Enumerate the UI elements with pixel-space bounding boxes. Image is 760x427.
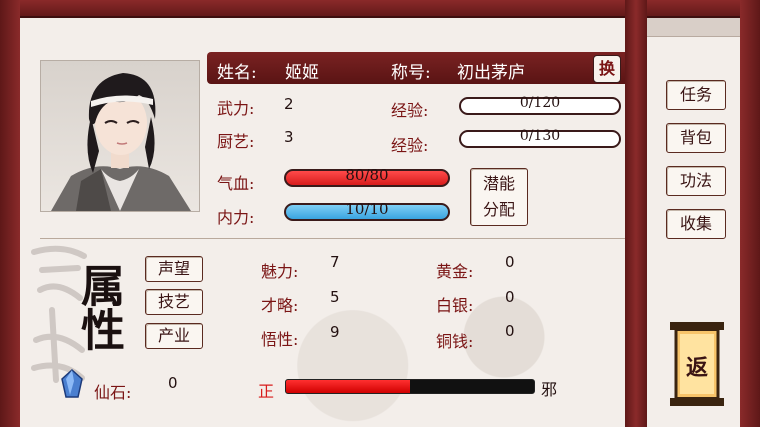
cooking-exp-bar: 0/130 xyxy=(459,129,621,148)
insight-label: 悟性: xyxy=(261,330,299,349)
menu-martial-arts[interactable]: 功法 xyxy=(666,166,726,196)
window-frame-left xyxy=(0,0,20,427)
side-panel-header xyxy=(647,18,740,37)
menu-quests[interactable]: 任务 xyxy=(666,80,726,110)
spirit-stone-value: 0 xyxy=(168,374,178,392)
tab-reputation[interactable]: 声望 xyxy=(145,256,203,282)
charm-label: 魅力: xyxy=(261,262,299,281)
spirit-stone-icon xyxy=(60,368,84,399)
allocate-label-line2: 分配 xyxy=(482,200,515,219)
mp-label: 内力: xyxy=(217,208,255,227)
cooking-label: 厨艺: xyxy=(217,132,255,151)
martial-label: 武力: xyxy=(217,99,255,118)
character-portrait xyxy=(40,60,200,212)
copper-value: 0 xyxy=(505,322,515,340)
menu-collection[interactable]: 收集 xyxy=(666,209,726,239)
righteous-label: 正 xyxy=(258,382,275,401)
allocate-label-line1: 潜能 xyxy=(482,174,515,193)
spirit-stone-label: 仙石: xyxy=(94,383,132,402)
talent-label: 才略: xyxy=(261,296,299,315)
swap-title-button[interactable]: 换 xyxy=(593,55,621,83)
name-bar: 姓名: 姬姬 称号: 初出茅庐 xyxy=(207,52,625,84)
alignment-fill xyxy=(286,380,410,393)
mp-bar: 10/10 xyxy=(284,202,450,221)
tab-skills[interactable]: 技艺 xyxy=(145,289,203,315)
charm-value: 7 xyxy=(330,253,340,271)
return-label: 返 xyxy=(686,355,709,381)
tab-property[interactable]: 产业 xyxy=(145,323,203,349)
window-frame-right xyxy=(740,0,760,427)
gold-label: 黄金: xyxy=(436,262,474,281)
allocate-potential-button[interactable]: 潜能 分配 xyxy=(470,168,528,226)
attribute-calligraphy: 属性 xyxy=(73,263,124,351)
window-frame-middle xyxy=(625,0,647,427)
martial-exp-bar: 0/120 xyxy=(459,96,621,115)
return-button[interactable]: 返 xyxy=(666,320,728,408)
gold-value: 0 xyxy=(505,253,515,271)
silver-value: 0 xyxy=(505,288,515,306)
insight-value: 9 xyxy=(330,323,340,341)
menu-inventory[interactable]: 背包 xyxy=(666,123,726,153)
character-name: 姬姬 xyxy=(285,63,319,83)
hp-bar: 80/80 xyxy=(284,168,450,187)
section-divider xyxy=(40,238,625,239)
title-label: 称号: xyxy=(391,63,431,83)
cooking-value: 3 xyxy=(284,128,294,146)
alignment-bar xyxy=(285,379,535,394)
martial-exp-label: 经验: xyxy=(391,101,429,120)
character-title: 初出茅庐 xyxy=(457,63,525,83)
talent-value: 5 xyxy=(330,288,340,306)
martial-value: 2 xyxy=(284,95,294,113)
hp-label: 气血: xyxy=(217,174,255,193)
cooking-exp-label: 经验: xyxy=(391,136,429,155)
evil-label: 邪 xyxy=(541,380,558,399)
name-label: 姓名: xyxy=(217,63,257,83)
copper-label: 铜钱: xyxy=(436,332,474,351)
silver-label: 白银: xyxy=(436,296,474,315)
